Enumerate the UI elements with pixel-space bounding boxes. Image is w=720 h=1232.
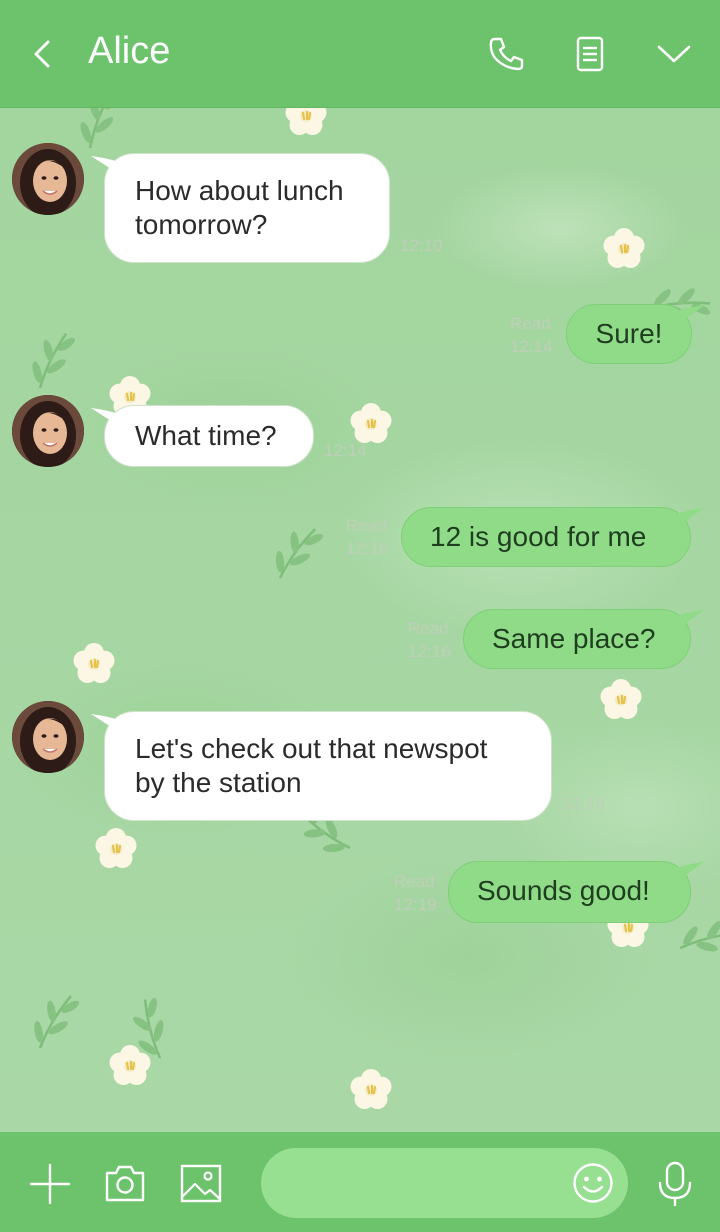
chat-title: Alice [88,30,171,72]
message-time: 12:19 [394,895,437,914]
read-receipt: Read [510,314,551,333]
image-icon[interactable] [179,1162,223,1206]
message-input-bar [0,1132,720,1232]
message-time: 12:16 [408,642,451,661]
message-time: 12:14 [510,337,553,356]
bubble-tail [676,508,704,528]
bubble-tail [91,714,119,732]
read-receipt: Read [346,516,387,535]
message-text: Same place? [492,623,656,654]
chat-area[interactable]: How about lunch tomorrow? 12:10 Read 12:… [0,108,720,1132]
incoming-message-bubble[interactable]: How about lunch tomorrow? [91,153,390,263]
chevron-left-icon[interactable] [28,36,56,72]
plus-icon[interactable] [28,1162,72,1206]
outgoing-message-bubble[interactable]: 12 is good for me [401,507,704,567]
chat-header: Alice [0,0,720,108]
incoming-message-bubble[interactable]: Let's check out that newspot by the stat… [91,711,552,821]
message-text-line: How about lunch [135,175,344,206]
read-receipt: Read [408,619,449,638]
incoming-message-bubble[interactable]: What time? [91,405,314,467]
message-input[interactable] [261,1148,628,1218]
message-text-line: tomorrow? [135,209,268,240]
bubble-tail [677,305,705,325]
message-text-line: What time? [135,420,277,451]
avatar-photo [12,395,84,467]
outgoing-message-bubble[interactable]: Sure! [566,304,705,364]
message-text: Sure! [595,318,663,349]
microphone-icon[interactable] [655,1160,695,1208]
message-text-line: Let's check out that newspot [135,733,488,764]
message-text: 12 is good for me [430,521,647,552]
message-text: Sounds good! [477,875,650,906]
outgoing-message-bubble[interactable]: Sounds good! [448,861,704,923]
message-time: 12:19 [562,794,605,813]
avatar-photo [12,143,84,215]
message-time: 12:10 [400,236,443,255]
message-time: 12:14 [324,441,367,460]
outgoing-message-bubble[interactable]: Same place? [463,609,704,669]
camera-icon[interactable] [103,1162,147,1206]
bubble-tail [91,408,119,426]
bubble-tail [676,610,704,630]
avatar[interactable] [12,395,84,467]
bubble-tail [676,862,704,882]
notes-icon[interactable] [570,34,610,74]
avatar-photo [12,701,84,773]
avatar[interactable] [12,143,84,215]
smiley-icon[interactable] [572,1162,614,1204]
chevron-down-icon[interactable] [654,34,694,74]
message-time: 12:16 [346,539,389,558]
read-receipt: Read [394,872,435,891]
avatar[interactable] [12,701,84,773]
phone-icon[interactable] [486,34,526,74]
bubble-tail [91,156,119,174]
message-text-line: by the station [135,767,302,798]
